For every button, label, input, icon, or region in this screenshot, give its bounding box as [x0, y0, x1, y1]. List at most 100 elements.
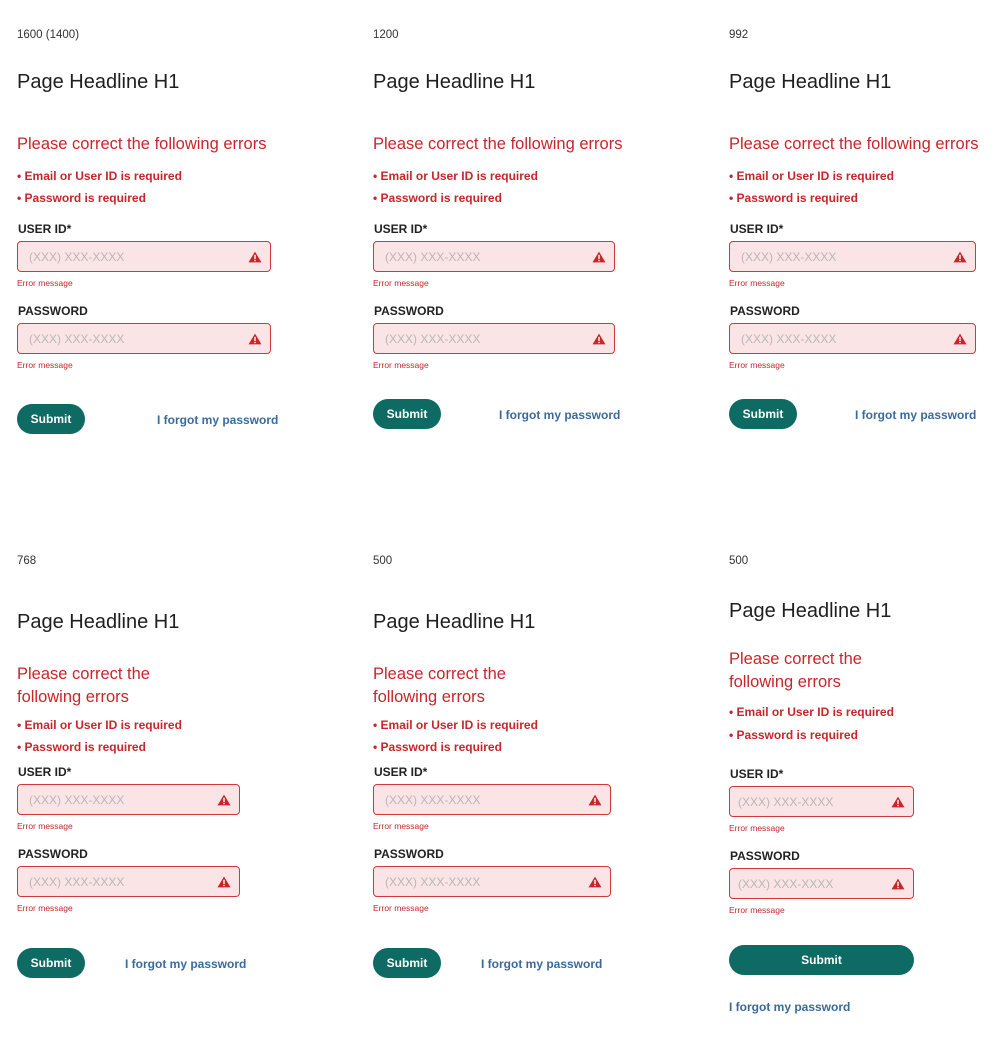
error-summary-list: • Email or User ID is required • Passwor… [373, 718, 538, 762]
user-id-error-message: Error message [373, 821, 429, 831]
error-summary-title-line: Please correct the following errors [729, 135, 979, 153]
page-headline: Page Headline H1 [373, 611, 536, 633]
layout-panel-768: 768 Page Headline H1 Please correct the … [17, 555, 307, 995]
user-id-error-message: Error message [729, 278, 785, 288]
warning-triangle-icon [248, 251, 262, 263]
error-summary-item: • Email or User ID is required [729, 705, 894, 719]
user-id-field[interactable] [729, 786, 914, 817]
user-id-field[interactable] [373, 241, 615, 272]
page-headline: Page Headline H1 [17, 71, 180, 93]
password-error-message: Error message [17, 903, 73, 913]
submit-button[interactable]: Submit [17, 948, 85, 978]
password-label: PASSWORD [18, 304, 88, 318]
password-label: PASSWORD [18, 847, 88, 861]
user-id-field[interactable] [17, 784, 240, 815]
password-input[interactable] [730, 869, 913, 898]
error-summary-title: Please correct the following errors [17, 663, 150, 709]
error-summary-list: • Email or User ID is required • Passwor… [17, 718, 182, 762]
submit-button[interactable]: Submit [373, 399, 441, 429]
error-summary-item: • Password is required [729, 728, 858, 742]
error-summary-item: • Email or User ID is required [373, 169, 538, 183]
password-label: PASSWORD [730, 304, 800, 318]
layout-panel-1200: 1200 Page Headline H1 Please correct the… [373, 29, 663, 449]
user-id-label: USER ID* [374, 765, 428, 779]
user-id-input[interactable] [374, 242, 614, 271]
user-id-error-message: Error message [17, 278, 73, 288]
warning-triangle-icon [891, 796, 905, 808]
error-summary-item: • Password is required [373, 740, 502, 754]
warning-triangle-icon [248, 333, 262, 345]
submit-button[interactable]: Submit [17, 404, 85, 434]
forgot-password-link[interactable]: I forgot my password [499, 408, 620, 422]
user-id-label: USER ID* [374, 222, 428, 236]
password-field[interactable] [373, 323, 615, 354]
error-summary-title-line: Please correct the following errors [373, 135, 623, 153]
error-summary-title-line: following errors [729, 673, 841, 691]
forgot-password-link[interactable]: I forgot my password [157, 413, 278, 427]
password-label: PASSWORD [374, 304, 444, 318]
error-summary-title: Please correct the following errors [373, 663, 506, 709]
password-input[interactable] [374, 867, 610, 896]
forgot-password-link[interactable]: I forgot my password [481, 957, 602, 971]
password-input[interactable] [18, 324, 270, 353]
password-error-message: Error message [373, 360, 429, 370]
user-id-error-message: Error message [373, 278, 429, 288]
warning-triangle-icon [891, 878, 905, 890]
warning-triangle-icon [953, 251, 967, 263]
error-summary-title-line: following errors [373, 688, 485, 706]
submit-button[interactable]: Submit [729, 399, 797, 429]
password-field[interactable] [17, 866, 240, 897]
warning-triangle-icon [217, 876, 231, 888]
password-field[interactable] [17, 323, 271, 354]
user-id-input[interactable] [18, 785, 239, 814]
error-summary-list: • Email or User ID is required • Passwor… [729, 705, 894, 750]
error-summary-item: • Password is required [373, 191, 502, 205]
user-id-error-message: Error message [17, 821, 73, 831]
user-id-field[interactable] [17, 241, 271, 272]
user-id-input[interactable] [730, 242, 975, 271]
password-error-message: Error message [17, 360, 73, 370]
breakpoint-label: 768 [17, 555, 37, 567]
error-summary-title-line: Please correct the [373, 665, 506, 683]
password-field[interactable] [373, 866, 611, 897]
breakpoint-label: 992 [729, 29, 749, 41]
user-id-input[interactable] [730, 787, 913, 816]
error-summary-title-line: Please correct the [17, 665, 150, 683]
forgot-password-link[interactable]: I forgot my password [729, 1000, 850, 1014]
user-id-input[interactable] [18, 242, 270, 271]
layout-panel-992: 992 Page Headline H1 Please correct the … [729, 29, 994, 449]
error-summary-list: • Email or User ID is required • Passwor… [729, 169, 894, 213]
page-headline: Page Headline H1 [17, 611, 180, 633]
error-summary-title-line: following errors [17, 688, 129, 706]
user-id-label: USER ID* [18, 765, 72, 779]
error-summary-list: • Email or User ID is required • Passwor… [17, 169, 182, 213]
password-input[interactable] [730, 324, 975, 353]
password-input[interactable] [18, 867, 239, 896]
user-id-field[interactable] [729, 241, 976, 272]
submit-button[interactable]: Submit [729, 945, 914, 975]
warning-triangle-icon [588, 794, 602, 806]
user-id-error-message: Error message [729, 823, 785, 833]
warning-triangle-icon [217, 794, 231, 806]
password-field[interactable] [729, 868, 914, 899]
error-summary-item: • Email or User ID is required [17, 718, 182, 732]
user-id-label: USER ID* [18, 222, 72, 236]
error-summary-title: Please correct the following errors [17, 133, 266, 156]
layout-panel-500-stacked: 500 Page Headline H1 Please correct the … [729, 555, 994, 1025]
error-summary-item: • Email or User ID is required [373, 718, 538, 732]
user-id-field[interactable] [373, 784, 611, 815]
page-headline: Page Headline H1 [729, 600, 892, 622]
submit-button[interactable]: Submit [373, 948, 441, 978]
user-id-input[interactable] [374, 785, 610, 814]
error-summary-item: • Password is required [729, 191, 858, 205]
password-input[interactable] [374, 324, 614, 353]
warning-triangle-icon [953, 333, 967, 345]
password-field[interactable] [729, 323, 976, 354]
layout-panel-500: 500 Page Headline H1 Please correct the … [373, 555, 663, 995]
forgot-password-link[interactable]: I forgot my password [855, 408, 976, 422]
error-summary-title: Please correct the following errors [729, 133, 978, 156]
error-summary-item: • Password is required [17, 191, 146, 205]
error-summary-title: Please correct the following errors [729, 648, 862, 694]
forgot-password-link[interactable]: I forgot my password [125, 957, 246, 971]
error-summary-title-line: Please correct the following errors [17, 135, 267, 153]
